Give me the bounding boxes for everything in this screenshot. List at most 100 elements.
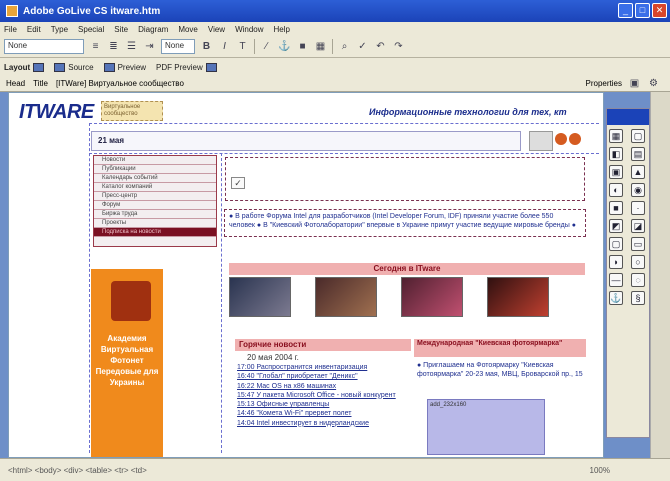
style-select[interactable]: None (161, 39, 195, 54)
thumbnail-image[interactable] (315, 277, 377, 317)
menu-type[interactable]: Type (51, 25, 68, 34)
menu-file[interactable]: File (4, 25, 17, 34)
menu-view[interactable]: View (208, 25, 225, 34)
news-link[interactable]: 16:22 Mac OS на x86 машинах (237, 382, 409, 391)
news-link[interactable]: 14:04 Intel инвестирует в нидерландские (237, 419, 409, 428)
component-icon[interactable]: ○ (631, 255, 645, 269)
layout-canvas[interactable]: ITWARE Виртуальное сообщество Информацио… (8, 92, 604, 458)
left-menu-item[interactable]: Подписка на новости (94, 228, 216, 237)
objects-palette: ▦ ▢ ◧ ▤ ▣ ▲ ◐ ◉ ■ · ◩ ◪ ▢ ▭ ◗ ○ ― ◌ ⚓ § (606, 108, 650, 438)
comment-icon[interactable]: ◌ (631, 273, 645, 287)
floating-box-icon[interactable]: ◧ (609, 147, 623, 161)
anchor-icon[interactable]: ⚓ (278, 40, 291, 53)
menu-move[interactable]: Move (178, 25, 198, 34)
image-object-icon[interactable]: ▣ (609, 165, 623, 179)
maximize-button[interactable]: □ (635, 3, 650, 18)
promo-text: Академия Виртуальная Фотонет Передовые д… (95, 334, 159, 387)
bold-icon[interactable]: B (200, 40, 213, 53)
form-field-icon[interactable]: ▭ (631, 237, 645, 251)
tab-layout[interactable]: Layout (4, 62, 45, 72)
page-title-field[interactable]: [ITWare] Виртуальное сообщество (56, 79, 184, 88)
thumbnail-image[interactable] (229, 277, 291, 317)
next-arrow-icon[interactable] (569, 133, 581, 145)
swf-icon[interactable]: ◐ (609, 183, 623, 197)
spacer-icon[interactable]: · (631, 201, 645, 215)
nav-arrows (555, 133, 581, 145)
redo-icon[interactable]: ↷ (392, 40, 405, 53)
left-menu-item[interactable]: Пресс-центр (94, 192, 216, 201)
paragraph-format-select[interactable]: None (4, 39, 84, 54)
smart-object-icon[interactable]: ◩ (609, 219, 623, 233)
left-menu-item[interactable]: Каталог компаний (94, 183, 216, 192)
news-link[interactable]: 16:40 "Глобал" приобретает "Деникс" (237, 372, 409, 381)
thumbnail-image[interactable] (401, 277, 463, 317)
fresh-news-date: 20 мая 2004 г. (247, 353, 299, 362)
form-icon[interactable]: ▢ (609, 237, 623, 251)
settings-icon[interactable]: ⚙ (647, 77, 660, 90)
side-scrollbar[interactable] (650, 92, 670, 458)
fresh-news-heading: Горячие новости (235, 339, 411, 351)
markup-tree-path[interactable]: <html> <body> <div> <table> <tr> <td> (8, 466, 147, 475)
menu-window[interactable]: Window (235, 25, 263, 34)
head-toggle[interactable]: Head (6, 79, 25, 88)
thumbnail-image[interactable] (487, 277, 549, 317)
tab-pdf-preview[interactable]: PDF Preview (156, 62, 217, 72)
pdf-icon (205, 62, 217, 72)
layout-text-box-icon[interactable]: ▢ (631, 129, 645, 143)
java-applet-icon[interactable]: ■ (609, 201, 623, 215)
menu-site[interactable]: Site (114, 25, 128, 34)
undo-icon[interactable]: ↶ (374, 40, 387, 53)
menu-diagram[interactable]: Diagram (138, 25, 168, 34)
script-icon[interactable]: § (631, 291, 645, 305)
minimize-button[interactable]: _ (618, 3, 633, 18)
news-link[interactable]: 15:47 У пакета Microsoft Office - новый … (237, 391, 409, 400)
tab-source[interactable]: Source (54, 62, 94, 72)
promo-banner[interactable]: Академия Виртуальная Фотонет Передовые д… (91, 269, 163, 457)
menu-special[interactable]: Special (78, 25, 104, 34)
properties-icon[interactable]: ▣ (628, 77, 641, 90)
left-menu-item[interactable]: Биржа труда (94, 210, 216, 219)
link-icon[interactable]: ∕ (260, 40, 273, 53)
left-menu-item[interactable]: Новости (94, 156, 216, 165)
properties-group: Properties ▣ ⚙ (586, 77, 660, 90)
quicktime-icon[interactable]: ◉ (631, 183, 645, 197)
anchor-object-icon[interactable]: ⚓ (609, 291, 623, 305)
left-menu-item[interactable]: Форум (94, 201, 216, 210)
spellcheck-icon[interactable]: ✓ (356, 40, 369, 53)
layout-guide (221, 153, 222, 453)
align-left-icon[interactable]: ≡ (89, 40, 102, 53)
left-menu-item[interactable]: Календарь событий (94, 174, 216, 183)
ad-placeholder: add_232x160 (427, 399, 545, 455)
find-icon[interactable]: ⌕ (338, 40, 351, 53)
fresh-news-list: 17:00 Распространится инвентаризация 16:… (237, 363, 409, 428)
news-link[interactable]: 17:00 Распространится инвентаризация (237, 363, 409, 372)
exhibition-text[interactable]: ● Приглашаем на Фотоярмарку "Киевская фо… (417, 361, 587, 379)
rollover-icon[interactable]: ◗ (609, 255, 623, 269)
news-link[interactable]: 14:46 "Комета Wi-Fi" прервет полет (237, 409, 409, 418)
indent-icon[interactable]: ⇥ (143, 40, 156, 53)
left-menu-item[interactable]: Публикации (94, 165, 216, 174)
color-icon[interactable]: ■ (296, 40, 309, 53)
plugin-icon[interactable]: ▲ (631, 165, 645, 179)
menu-help[interactable]: Help (274, 25, 290, 34)
close-button[interactable]: ✕ (652, 3, 667, 18)
left-menu-item[interactable]: Проекты (94, 219, 216, 228)
list-icon[interactable]: ☰ (125, 40, 138, 53)
layout-grid-icon[interactable]: ▦ (609, 129, 623, 143)
left-menu: Новости Публикации Календарь событий Кат… (93, 155, 217, 247)
tab-source-label: Source (68, 62, 94, 72)
table-object-icon[interactable]: ▤ (631, 147, 645, 161)
menu-edit[interactable]: Edit (27, 25, 41, 34)
zoom-level[interactable]: 100% (590, 466, 610, 475)
table-icon[interactable]: ▦ (314, 40, 327, 53)
line-icon[interactable]: ― (609, 273, 623, 287)
news-ticker[interactable]: ● В работе Форума Intel для разработчико… (224, 209, 586, 237)
teletype-icon[interactable]: T (236, 40, 249, 53)
align-center-icon[interactable]: ≣ (107, 40, 120, 53)
photoshop-object-icon[interactable]: ◪ (631, 219, 645, 233)
tab-preview[interactable]: Preview (103, 62, 146, 72)
toolbar-separator (254, 39, 255, 54)
news-link[interactable]: 15:13 Офисные управленцы (237, 400, 409, 409)
italic-icon[interactable]: I (218, 40, 231, 53)
prev-arrow-icon[interactable] (555, 133, 567, 145)
